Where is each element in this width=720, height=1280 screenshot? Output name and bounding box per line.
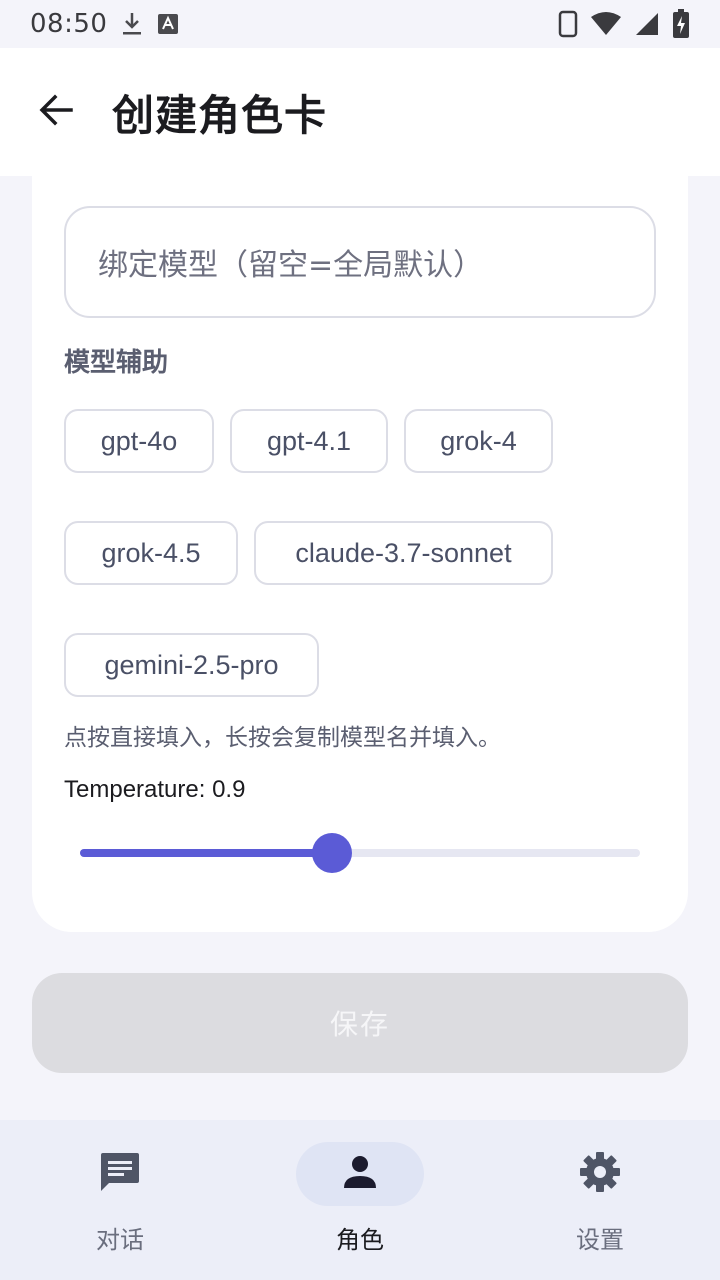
back-button[interactable] [36, 92, 76, 132]
model-input-placeholder: 绑定模型（留空=全局默认） [98, 248, 484, 283]
model-chip-gpt-4-1[interactable]: gpt-4.1 [230, 409, 388, 473]
nav-label-chat: 对话 [96, 1226, 144, 1254]
temperature-label: Temperature: 0.9 [64, 776, 246, 803]
status-bar: 08:50 [0, 0, 720, 48]
a-icon [157, 13, 179, 35]
app-bar: 创建角色卡 [0, 48, 720, 176]
nav-label-settings: 设置 [576, 1226, 624, 1254]
status-time: 08:50 [30, 9, 108, 39]
nav-item-settings[interactable]: 设置 [480, 1142, 720, 1262]
wifi-icon [590, 11, 622, 37]
gear-icon [579, 1151, 621, 1197]
temperature-slider-thumb[interactable] [312, 833, 352, 873]
bottom-nav: 对话 角色 设置 [0, 1120, 720, 1280]
phone-icon [558, 10, 578, 38]
arrow-back-icon [38, 92, 74, 132]
chip-hint-text: 点按直接填入，长按会复制模型名并填入。 [64, 725, 501, 751]
model-chip-claude-3-7-sonnet[interactable]: claude-3.7-sonnet [254, 521, 553, 585]
chat-icon [99, 1151, 141, 1197]
status-left: 08:50 [30, 9, 179, 39]
status-right [558, 9, 690, 39]
nav-label-character: 角色 [336, 1226, 384, 1254]
signal-icon [634, 11, 660, 37]
model-assist-label: 模型辅助 [64, 348, 169, 378]
page-title: 创建角色卡 [112, 90, 328, 140]
nav-icon-container-active [296, 1142, 424, 1206]
model-input[interactable]: 绑定模型（留空=全局默认） [64, 206, 656, 318]
nav-item-chat[interactable]: 对话 [0, 1142, 240, 1262]
nav-icon-container [56, 1142, 184, 1206]
nav-icon-container [536, 1142, 664, 1206]
model-chip-gemini-2-5-pro[interactable]: gemini-2.5-pro [64, 633, 319, 697]
save-button[interactable]: 保存 [32, 973, 688, 1073]
model-chip-gpt-4o[interactable]: gpt-4o [64, 409, 214, 473]
model-chip-grok-4[interactable]: grok-4 [404, 409, 553, 473]
model-chip-grok-4-5[interactable]: grok-4.5 [64, 521, 238, 585]
form-card: 绑定模型（留空=全局默认） 模型辅助 gpt-4o gpt-4.1 grok-4… [32, 176, 688, 932]
temperature-slider[interactable] [80, 833, 640, 873]
download-icon [121, 11, 143, 37]
person-icon [342, 1154, 378, 1194]
battery-charging-icon [672, 9, 690, 39]
nav-item-character[interactable]: 角色 [240, 1142, 480, 1262]
temperature-slider-fill [80, 849, 332, 857]
